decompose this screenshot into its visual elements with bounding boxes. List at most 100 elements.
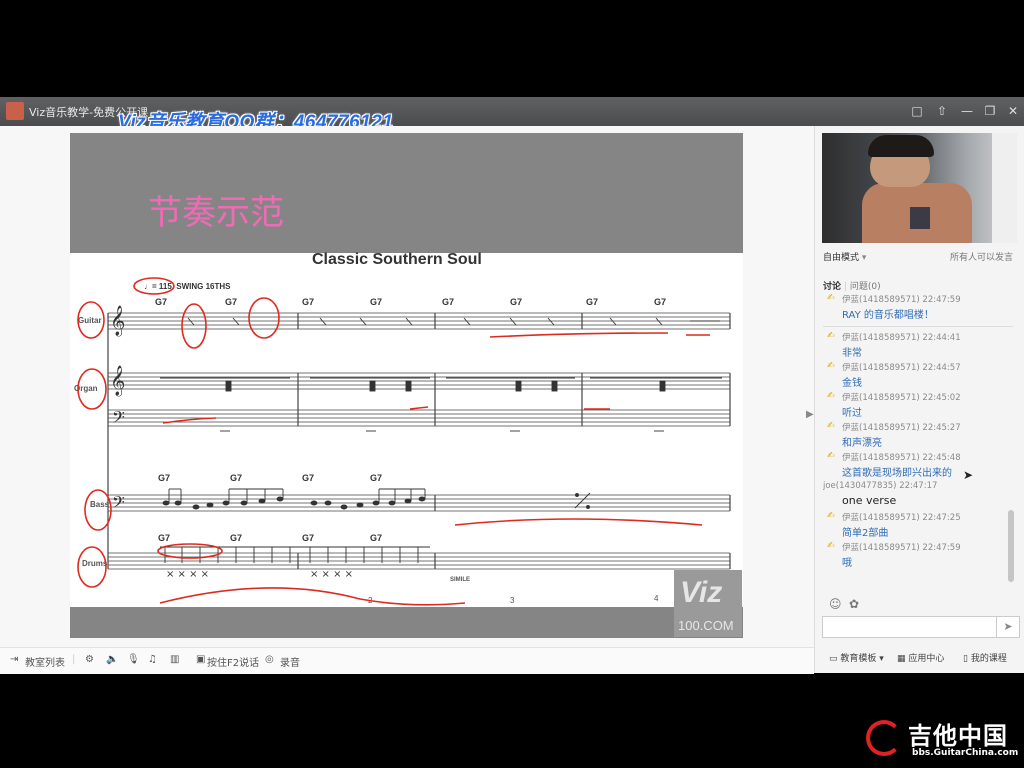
template-button[interactable]: ▭ 教育模板 ▾ [829, 651, 884, 664]
book-icon: ▯ [963, 654, 968, 664]
user-icon: ✍ [827, 421, 835, 431]
tab-discussion[interactable]: 讨论 [823, 282, 841, 292]
chord-symbol: G7 [302, 533, 314, 543]
message-text: one verse [842, 494, 897, 507]
instrument-label: Bass [90, 500, 110, 509]
message-user: 伊蓝(1418589571) [842, 333, 920, 343]
chord-symbol: G7 [370, 533, 382, 543]
drums-staff [108, 552, 730, 570]
instrument-label: Drums [82, 559, 108, 568]
speaker-icon[interactable]: 🔈 [106, 654, 118, 665]
message-meta: 伊蓝(1418589571) 22:47:59 [842, 293, 961, 305]
title-bar: Viz音乐教学-免费公开课 Viz音乐教育QQ群：464776121 □ ⇧ —… [0, 97, 1024, 133]
video-person-shirt [910, 207, 930, 229]
message-time: 22:44:57 [922, 363, 961, 373]
user-icon: ✍ [827, 361, 835, 371]
measure-number: 3 [510, 596, 515, 605]
user-icon: ✍ [827, 511, 835, 521]
mic-icon[interactable]: 🎙 [127, 654, 140, 665]
red-annotations [77, 277, 710, 606]
app-center-label: 应用中心 [908, 654, 945, 664]
brand-url: bbs.GuitarChina.com [912, 748, 1019, 758]
chat-input[interactable] [822, 616, 997, 638]
message-meta: 伊蓝(1418589571) 22:44:57 [842, 361, 961, 373]
collapse-panel-icon[interactable]: ▶ [806, 409, 814, 420]
bass-clef: 𝄢 [112, 407, 125, 431]
treble-clef: 𝄞 [110, 305, 125, 337]
message-text: 和声漂亮 [842, 438, 882, 449]
flower-icon[interactable]: ✿ [849, 597, 859, 611]
message-user: 伊蓝(1418589571) [842, 295, 920, 305]
bass-staff [108, 494, 730, 512]
message-meta: 伊蓝(1418589571) 22:47:25 [842, 511, 961, 523]
underline [159, 587, 466, 606]
minimize-button[interactable]: — [960, 104, 974, 118]
settings-icon[interactable]: ⚙ [85, 654, 94, 665]
exit-icon[interactable]: ⇥ [10, 654, 18, 665]
push-to-talk-button[interactable]: 按住F2说话 [207, 654, 259, 669]
chevron-down-icon: ▾ [861, 253, 867, 263]
message-text: 金钱 [842, 378, 862, 389]
message-user: 伊蓝(1418589571) [842, 543, 920, 553]
pin-icon[interactable]: ⇧ [935, 104, 949, 118]
music-icon[interactable]: ♫ [148, 654, 157, 665]
my-courses-button[interactable]: ▯ 我的课程 [963, 651, 1007, 664]
instrument-label: Guitar [78, 316, 102, 325]
underline [489, 332, 669, 338]
message-meta: 伊蓝(1418589571) 22:45:27 [842, 421, 961, 433]
viz100-logo: Viz 100.COM [674, 570, 742, 637]
chord-symbol: G7 [158, 533, 170, 543]
mode-dropdown[interactable]: 自由模式 ▾ [823, 250, 866, 263]
chord-symbol: G7 [155, 297, 167, 307]
mixer-icon[interactable]: ▥ [170, 654, 179, 665]
guitar-logo-icon [866, 720, 902, 756]
ptt-icon[interactable]: ▣ [196, 654, 205, 665]
message-text: 这首歌是现场即兴出来的 [842, 468, 952, 479]
simile-marking: SIMILE [450, 577, 470, 583]
chat-scrollbar[interactable] [1008, 510, 1014, 582]
question-count: (0) [867, 282, 881, 292]
mouse-cursor-icon: ➤ [963, 468, 974, 482]
chord-symbol: G7 [654, 297, 666, 307]
chat-message: joe(1430477835) 22:47:17 one verse [823, 481, 1013, 511]
record-icon[interactable]: ◎ [265, 654, 274, 665]
chat-message: ✍ 伊蓝(1418589571) 22:44:57 金钱 [823, 361, 1013, 391]
tab-questions[interactable]: 问题(0) [850, 282, 881, 292]
message-text: 简单2部曲 [842, 528, 889, 539]
chat-message: ✍ 伊蓝(1418589571) 22:45:02 听过 [823, 391, 1013, 421]
close-button[interactable]: ✕ [1006, 104, 1020, 118]
video-person-hair [868, 135, 934, 157]
template-label: 教育模板 [840, 654, 877, 664]
teacher-video [822, 133, 1017, 243]
underline [409, 406, 429, 410]
send-button[interactable]: ➤ [996, 616, 1020, 638]
my-courses-label: 我的课程 [970, 654, 1007, 664]
slide-header: 节奏示范 [70, 133, 743, 253]
chat-message: ✍ 伊蓝(1418589571) 22:45:27 和声漂亮 [823, 421, 1013, 451]
slide-heading: 节奏示范 [148, 193, 284, 233]
chord-symbol: G7 [158, 473, 170, 483]
record-button[interactable]: 录音 [280, 654, 300, 669]
divider: | [843, 282, 847, 292]
chord-symbol: G7 [442, 297, 454, 307]
maximize-button[interactable]: ❐ [983, 104, 997, 118]
classroom-window: Viz音乐教学-免费公开课 Viz音乐教育QQ群：464776121 □ ⇧ —… [0, 97, 1024, 674]
message-meta: 伊蓝(1418589571) 22:45:48 [842, 451, 961, 463]
message-user: joe(1430477835) [823, 481, 897, 491]
user-icon: ✍ [827, 391, 835, 401]
organ-notes [160, 377, 722, 432]
hihat-circle [157, 543, 223, 559]
all-can-speak-label: 所有人可以发言 [949, 253, 1013, 263]
slide-footer [70, 607, 743, 638]
emoji-icon[interactable]: ☺ [829, 597, 842, 611]
message-user: 伊蓝(1418589571) [842, 453, 920, 463]
skin-icon[interactable]: □ [910, 104, 924, 118]
chat-tabs: 讨论 | 问题(0) [823, 279, 881, 292]
message-text: 听过 [842, 408, 862, 419]
treble-clef: 𝄞 [110, 365, 125, 397]
chord-symbol: G7 [230, 473, 242, 483]
class-list-button[interactable]: 教室列表 [25, 654, 65, 669]
app-center-button[interactable]: ▦ 应用中心 [897, 651, 944, 664]
message-time: 22:47:25 [922, 513, 961, 523]
message-time: 22:47:59 [922, 295, 961, 305]
